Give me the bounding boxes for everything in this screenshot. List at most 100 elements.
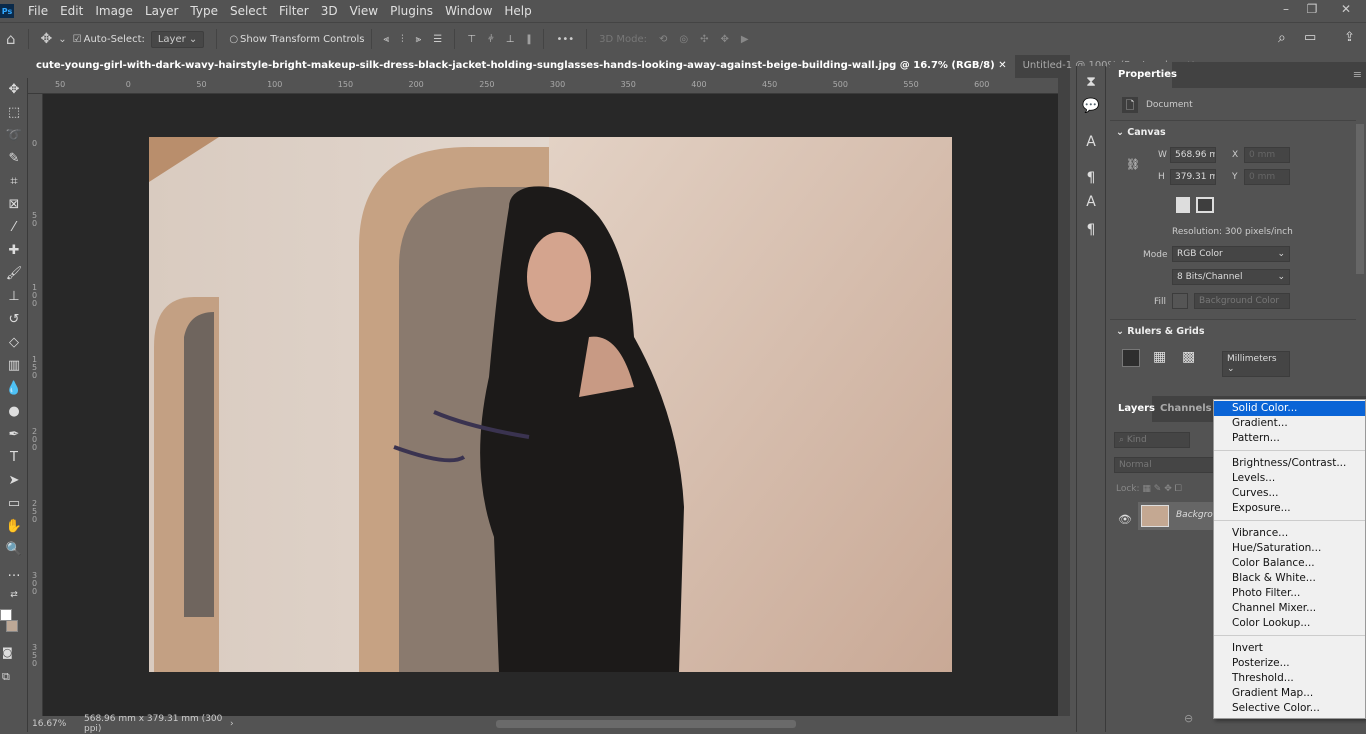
workspace-icon[interactable]: ▭ bbox=[1304, 30, 1316, 45]
history-brush-tool[interactable]: ↺ bbox=[0, 308, 28, 331]
width-input[interactable]: 568.96 mm bbox=[1170, 147, 1216, 163]
paragraph-styles-icon[interactable]: ¶ bbox=[1077, 166, 1105, 190]
auto-select-checkbox[interactable]: ☑ bbox=[73, 34, 82, 45]
menu-item-hue-saturation[interactable]: Hue/Saturation... bbox=[1214, 541, 1365, 556]
brush-tool[interactable]: 🖌 bbox=[0, 262, 28, 285]
rectangle-tool[interactable]: ▭ bbox=[0, 492, 28, 515]
menu-help[interactable]: Help bbox=[498, 4, 537, 18]
menu-view[interactable]: View bbox=[344, 4, 384, 18]
menu-item-gradient[interactable]: Gradient... bbox=[1214, 416, 1365, 431]
crop-tool[interactable]: ⌗ bbox=[0, 170, 28, 193]
properties-scrollbar[interactable] bbox=[1356, 124, 1364, 274]
horizontal-scrollbar[interactable] bbox=[496, 720, 796, 728]
3d-roll-icon[interactable]: ◎ bbox=[679, 34, 688, 45]
tab-channels[interactable]: Channels bbox=[1160, 403, 1212, 414]
menu-file[interactable]: File bbox=[22, 4, 54, 18]
menu-item-vibrance[interactable]: Vibrance... bbox=[1214, 526, 1365, 541]
frame-tool[interactable]: ⊠ bbox=[0, 193, 28, 216]
align-top-icon[interactable]: ⊤ bbox=[467, 34, 476, 45]
menu-item-channel-mixer[interactable]: Channel Mixer... bbox=[1214, 601, 1365, 616]
menu-edit[interactable]: Edit bbox=[54, 4, 89, 18]
portrait-orientation-icon[interactable] bbox=[1176, 197, 1190, 213]
transform-checkbox[interactable]: ○ bbox=[229, 34, 238, 45]
healing-tool[interactable]: ✚ bbox=[0, 239, 28, 262]
panel-menu-icon[interactable]: ≡ bbox=[1353, 68, 1362, 81]
history-icon[interactable]: ⧗ bbox=[1077, 70, 1105, 94]
menu-filter[interactable]: Filter bbox=[273, 4, 315, 18]
menu-item-invert[interactable]: Invert bbox=[1214, 641, 1365, 656]
menu-plugins[interactable]: Plugins bbox=[384, 4, 439, 18]
pen-tool[interactable]: ✒ bbox=[0, 423, 28, 446]
background-color-swatch[interactable] bbox=[6, 620, 18, 632]
y-input[interactable]: 0 mm bbox=[1244, 169, 1290, 185]
dodge-tool[interactable]: ● bbox=[0, 400, 28, 423]
eyedropper-tool[interactable]: ⁄ bbox=[0, 216, 28, 239]
tab-layers[interactable]: Layers bbox=[1110, 396, 1155, 422]
align-middle-icon[interactable]: ⫩ bbox=[488, 34, 494, 45]
rulers-grids-section-header[interactable]: ⌄ Rulers & Grids bbox=[1116, 326, 1205, 337]
move-tool-icon[interactable]: ✥ bbox=[41, 31, 53, 47]
status-arrow[interactable]: › bbox=[230, 719, 234, 729]
tab-document-photo[interactable]: cute-young-girl-with-dark-wavy-hairstyle… bbox=[28, 55, 1015, 78]
path-select-tool[interactable]: ➤ bbox=[0, 469, 28, 492]
align-center-icon[interactable]: ⫶ bbox=[401, 34, 404, 45]
character-styles-icon[interactable]: A bbox=[1077, 190, 1105, 214]
menu-item-photo-filter[interactable]: Photo Filter... bbox=[1214, 586, 1365, 601]
menu-item-brightness-contrast[interactable]: Brightness/Contrast... bbox=[1214, 456, 1365, 471]
menu-item-posterize[interactable]: Posterize... bbox=[1214, 656, 1365, 671]
maximize-button[interactable]: ❐ bbox=[1302, 2, 1322, 18]
distribute-icon[interactable]: ☰ bbox=[433, 34, 442, 45]
align-bottom-icon[interactable]: ⊥ bbox=[506, 34, 515, 45]
x-input[interactable]: 0 mm bbox=[1244, 147, 1290, 163]
distribute-vertical-icon[interactable]: ‖ bbox=[526, 34, 531, 45]
menu-item-color-lookup[interactable]: Color Lookup... bbox=[1214, 616, 1365, 631]
gradient-tool[interactable]: ▥ bbox=[0, 354, 28, 377]
menu-item-exposure[interactable]: Exposure... bbox=[1214, 501, 1365, 516]
share-icon[interactable]: ⇪ bbox=[1344, 30, 1355, 45]
blend-mode-dropdown[interactable]: Normal bbox=[1114, 457, 1214, 473]
hand-tool[interactable]: ✋ bbox=[0, 515, 28, 538]
zoom-tool[interactable]: 🔍 bbox=[0, 538, 28, 561]
quick-select-tool[interactable]: ✎ bbox=[0, 147, 28, 170]
units-dropdown[interactable]: Millimeters ⌄ bbox=[1222, 351, 1290, 377]
home-icon[interactable]: ⌂ bbox=[6, 30, 16, 48]
search-icon[interactable]: ⌕ bbox=[1278, 30, 1286, 46]
landscape-orientation-icon[interactable] bbox=[1196, 197, 1214, 213]
menu-window[interactable]: Window bbox=[439, 4, 498, 18]
eraser-tool[interactable]: ◇ bbox=[0, 331, 28, 354]
menu-item-pattern[interactable]: Pattern... bbox=[1214, 431, 1365, 446]
menu-item-gradient-map[interactable]: Gradient Map... bbox=[1214, 686, 1365, 701]
close-button[interactable]: ✕ bbox=[1336, 2, 1356, 18]
fill-swatch[interactable] bbox=[1172, 293, 1188, 309]
menu-image[interactable]: Image bbox=[89, 4, 139, 18]
grid-icon[interactable]: ▦ bbox=[1153, 349, 1166, 365]
3d-pan-icon[interactable]: ✣ bbox=[700, 34, 708, 45]
fill-dropdown[interactable]: Background Color bbox=[1194, 293, 1290, 309]
menu-type[interactable]: Type bbox=[184, 4, 224, 18]
blur-tool[interactable]: 💧 bbox=[0, 377, 28, 400]
marquee-tool[interactable]: ⬚ bbox=[0, 101, 28, 124]
height-input[interactable]: 379.31 mm bbox=[1170, 169, 1216, 185]
auto-select-target-dropdown[interactable]: Layer ⌄ bbox=[150, 30, 205, 48]
ruler-toggle-icon[interactable] bbox=[1122, 349, 1140, 367]
link-icon[interactable]: ⛓ bbox=[1126, 158, 1140, 171]
close-tab-icon[interactable]: ✕ bbox=[998, 60, 1006, 71]
mode-dropdown[interactable]: RGB Color ⌄ bbox=[1172, 246, 1290, 262]
properties-tab[interactable]: Properties bbox=[1110, 62, 1177, 88]
align-right-icon[interactable]: ⫸ bbox=[416, 34, 422, 45]
bit-depth-dropdown[interactable]: 8 Bits/Channel ⌄ bbox=[1172, 269, 1290, 285]
edit-toolbar-icon[interactable]: … bbox=[0, 561, 28, 584]
3d-slide-icon[interactable]: ✥ bbox=[721, 34, 729, 45]
chevron-down-icon[interactable]: ⌄ bbox=[58, 34, 66, 45]
menu-select[interactable]: Select bbox=[224, 4, 273, 18]
type-tool[interactable]: T bbox=[0, 446, 28, 469]
lasso-tool[interactable]: ➰ bbox=[0, 124, 28, 147]
minimize-button[interactable]: – bbox=[1276, 2, 1296, 18]
quick-mask-icon[interactable]: ◙ bbox=[2, 646, 13, 659]
menu-item-threshold[interactable]: Threshold... bbox=[1214, 671, 1365, 686]
vertical-scrollbar[interactable] bbox=[1058, 78, 1070, 716]
swap-colors-icon[interactable]: ⇄ bbox=[0, 584, 28, 607]
visibility-eye-icon[interactable]: 👁 bbox=[1118, 513, 1132, 526]
move-tool[interactable]: ✥ bbox=[0, 78, 28, 101]
menu-item-levels[interactable]: Levels... bbox=[1214, 471, 1365, 486]
